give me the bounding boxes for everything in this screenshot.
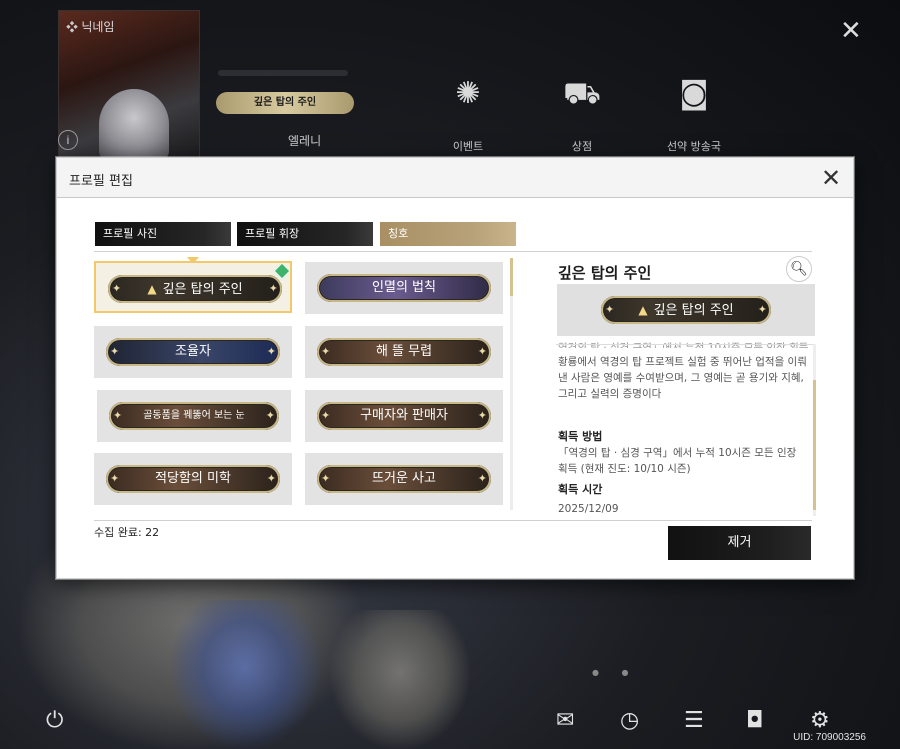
dialog-title: 프로필 편집 (69, 174, 133, 189)
title-item[interactable]: ✦ 적당함의 미학 ✦ (94, 453, 292, 505)
background-character-art-3 (330, 610, 470, 749)
power-icon[interactable]: ⏻ (46, 708, 63, 733)
hud-close-icon[interactable]: ✕ (840, 16, 862, 46)
title-item[interactable]: ✦ 골동품을 꿰뚫어 보는 눈 ✦ (97, 390, 291, 442)
title-badge: ✦ ▲ 깊은 탑의 주인 ✦ (108, 275, 282, 303)
collect-count: 수집 완료: 22 (94, 526, 160, 539)
background-title-badge: 깊은 탑의 주인 (216, 92, 354, 114)
sparkle-icon: ✦ (605, 303, 615, 316)
sparkle-icon: ✦ (477, 409, 487, 422)
remove-button[interactable]: 제거 (668, 526, 811, 560)
preview-badge-label: 깊은 탑의 주인 (653, 303, 734, 318)
tab-title[interactable]: 칭호 (380, 222, 516, 246)
title-badge-label: 해 뜰 무렵 (375, 344, 433, 359)
title-item[interactable]: 인멸의 법칙 (305, 262, 503, 314)
tab-profile-photo-label: 프로필 사진 (103, 227, 158, 240)
title-badge: ✦ 뜨거운 사고 ✦ (317, 465, 491, 493)
detail-separator (556, 344, 814, 345)
sparkle-icon: ✦ (321, 472, 331, 485)
sparkle-icon: ✦ (113, 409, 123, 422)
event-icon: ✺ (455, 76, 481, 111)
title-item[interactable]: ✦ 조율자 ✦ (94, 326, 292, 378)
sparkle-icon: ✦ (321, 409, 331, 422)
sparkle-icon: ✦ (757, 303, 767, 316)
name-bar (218, 70, 348, 76)
gear-icon[interactable]: ⚙ (810, 708, 830, 733)
title-badge-label: 골동품을 꿰뚫어 보는 눈 (143, 410, 245, 421)
sparkle-icon: ✦ (112, 282, 122, 295)
title-badge-label: 인멸의 법칙 (372, 280, 436, 295)
tab-divider (94, 251, 812, 252)
method-heading: 획득 방법 (558, 430, 603, 443)
title-badge: ✦ 적당함의 미학 ✦ (106, 465, 280, 493)
scrollbar-thumb[interactable] (510, 258, 513, 296)
title-badge-label: 뜨거운 사고 (372, 471, 436, 486)
info-icon[interactable]: i (58, 130, 78, 150)
page-indicator: ● ● (592, 668, 639, 677)
tab-title-label: 칭호 (388, 227, 409, 240)
search-icon[interactable]: 🔍︎ (786, 256, 812, 282)
title-badge: ✦ 해 뜰 무렵 ✦ (317, 338, 491, 366)
title-badge: 인멸의 법칙 (317, 274, 491, 302)
sparkle-icon: ✦ (110, 472, 120, 485)
sparkle-icon: ✦ (477, 472, 487, 485)
title-list-scrollbar[interactable] (510, 258, 513, 510)
time-heading: 획득 시간 (558, 483, 603, 496)
detail-description: 황룡에서 역경의 탑 프로젝트 실험 중 뛰어난 업적을 이뤄낸 사람은 영예를… (558, 356, 807, 400)
detail-title: 깊은 탑의 주인 (558, 264, 652, 282)
player-name: 엘레니 (288, 134, 322, 148)
tab-profile-emblem[interactable]: 프로필 휘장 (237, 222, 373, 246)
mail-icon[interactable]: ✉ (556, 708, 574, 733)
tower-emblem-icon: ▲ (638, 303, 648, 317)
nickname-label: 닉네임 (66, 18, 114, 35)
tab-profile-emblem-label: 프로필 휘장 (245, 227, 300, 240)
title-badge-label: 적당함의 미학 (155, 471, 231, 486)
sparkle-icon: ✦ (266, 472, 276, 485)
menu-event[interactable]: ✺ 이벤트 (428, 72, 508, 154)
dialog-header: 프로필 편집 ✕ (57, 158, 853, 198)
preview-badge: ✦ ▲ 깊은 탑의 주인 ✦ (601, 296, 771, 324)
cart-icon: ⛟ (563, 76, 601, 111)
tower-emblem-icon: ▲ (147, 282, 157, 296)
camera-icon[interactable]: ◘ (746, 708, 763, 733)
background-character-art-2 (170, 600, 320, 749)
title-item[interactable]: ✦ 뜨거운 사고 ✦ (305, 453, 503, 505)
method-text: 「역경의 탑 · 심경 구역」에서 누적 10시즌 모든 인장 획득 (현재 진… (558, 447, 797, 475)
title-badge-label: 구매자와 판매자 (360, 408, 448, 423)
tab-profile-photo[interactable]: 프로필 사진 (95, 222, 231, 246)
footer-divider (94, 520, 812, 521)
sparkle-icon: ✦ (477, 345, 487, 358)
title-item[interactable]: ✦ 해 뜰 무렵 ✦ (305, 326, 503, 378)
scrollbar-thumb[interactable] (813, 380, 816, 510)
title-badge: ✦ 조율자 ✦ (106, 338, 280, 366)
title-item[interactable]: ✦ 구매자와 판매자 ✦ (305, 390, 503, 442)
sparkle-icon: ✦ (321, 345, 331, 358)
title-badge-label: 깊은 탑의 주인 (162, 282, 243, 297)
menu-shop-label: 상점 (571, 140, 593, 153)
menu-shop[interactable]: ⛟ 상점 (542, 72, 622, 154)
clock-icon[interactable]: ◷ (620, 708, 639, 733)
close-icon[interactable]: ✕ (817, 164, 845, 192)
title-item[interactable]: ✦ ▲ 깊은 탑의 주인 ✦ (94, 261, 292, 313)
uid-label: UID: 709003256 (793, 732, 866, 743)
time-text: 2025/12/09 (558, 503, 619, 515)
title-badge-label: 조율자 (175, 344, 211, 359)
menu-broadcast-label: 선약 방송국 (666, 140, 722, 153)
broadcast-icon: ◙ (679, 76, 709, 111)
menu-event-label: 이벤트 (452, 140, 484, 153)
title-badge: ✦ 골동품을 꿰뚫어 보는 눈 ✦ (109, 402, 279, 430)
portrait-character (99, 89, 169, 161)
detail-scrollbar[interactable] (813, 344, 816, 516)
sparkle-icon: ✦ (268, 282, 278, 295)
notes-icon[interactable]: ☰ (684, 708, 704, 733)
sparkle-icon: ✦ (265, 409, 275, 422)
title-badge: ✦ 구매자와 판매자 ✦ (317, 402, 491, 430)
title-preview: ✦ ▲ 깊은 탑의 주인 ✦ (557, 284, 815, 336)
menu-broadcast[interactable]: ◙ 선약 방송국 (654, 72, 734, 154)
sparkle-icon: ✦ (110, 345, 120, 358)
sparkle-icon: ✦ (266, 345, 276, 358)
